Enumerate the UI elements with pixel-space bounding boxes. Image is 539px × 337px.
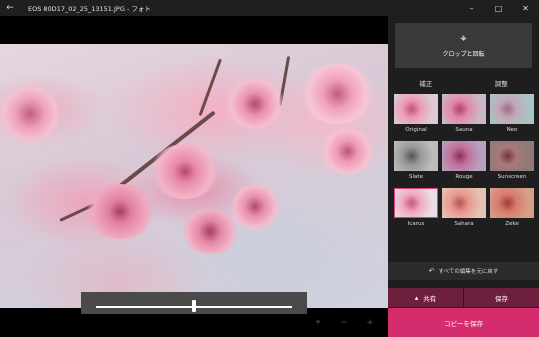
save-copy-button[interactable]: コピーを保存 xyxy=(388,308,539,337)
intensity-slider[interactable] xyxy=(81,292,307,314)
window-controls: – □ ✕ xyxy=(458,0,539,16)
filter-sunscreen[interactable]: Sunscreen xyxy=(490,141,534,185)
undo-all-button[interactable]: ↶ すべての編集を元に戻す xyxy=(388,262,539,280)
filter-original[interactable]: Original xyxy=(394,94,438,138)
tab-enhance[interactable]: 補正 xyxy=(388,76,464,92)
edit-tabs: 補正 調整 xyxy=(388,76,539,92)
blossom xyxy=(180,209,240,254)
tab-adjust[interactable]: 調整 xyxy=(464,76,539,92)
branch xyxy=(198,58,222,117)
filter-label: Rouge xyxy=(455,174,473,180)
filter-zeke[interactable]: Zeke xyxy=(490,188,534,232)
filter-thumbnail xyxy=(394,141,438,171)
filter-thumbnail xyxy=(490,188,534,218)
close-icon[interactable]: ✕ xyxy=(512,0,539,16)
blossom xyxy=(225,79,285,129)
back-arrow-icon[interactable]: ← xyxy=(0,0,20,16)
share-icon: ▴ xyxy=(414,293,419,302)
filter-thumbnail xyxy=(490,141,534,171)
undo-all-label: すべての編集を元に戻す xyxy=(438,269,499,275)
window-title: EOS 80D17_02_25_13151.JPG - フォト xyxy=(28,5,151,13)
save-copy-label: コピーを保存 xyxy=(444,319,483,328)
save-button[interactable]: 保存 xyxy=(463,288,539,307)
share-button[interactable]: ▴ 共有 xyxy=(388,288,463,307)
filter-label: Sunscreen xyxy=(497,174,527,180)
action-row: ▴ 共有 保存 xyxy=(388,288,539,307)
filter-rouge[interactable]: Rouge xyxy=(442,141,486,185)
minimize-icon[interactable]: – xyxy=(458,0,485,16)
filter-thumbnail xyxy=(394,94,438,124)
filter-sahara[interactable]: Sahara xyxy=(442,188,486,232)
crop-rotate-button[interactable]: ⌖ クロップと回転 xyxy=(395,23,532,68)
blossom xyxy=(300,64,375,124)
slider-thumb[interactable] xyxy=(192,300,196,312)
filter-label: Icarus xyxy=(407,221,425,227)
filter-sauna[interactable]: Sauna xyxy=(442,94,486,138)
blossom xyxy=(230,184,280,229)
filter-thumbnail xyxy=(394,188,438,218)
filter-neo[interactable]: Neo xyxy=(490,94,534,138)
filter-label: Zeke xyxy=(505,221,519,227)
blossom xyxy=(0,84,60,144)
filter-icarus[interactable]: Icarus xyxy=(394,188,438,232)
filter-label: Sahara xyxy=(454,221,474,227)
zoom-in-icon[interactable]: + xyxy=(364,318,376,328)
filter-thumbnail xyxy=(490,94,534,124)
filter-thumbnail xyxy=(442,141,486,171)
maximize-icon[interactable]: □ xyxy=(485,0,512,16)
blossom xyxy=(320,129,375,174)
image-toolbar: ⌖ − + xyxy=(312,318,376,328)
filter-grid: Original Sauna Neo Slate Rouge Sunscreen… xyxy=(394,94,534,232)
blossom xyxy=(150,144,220,199)
filter-label: Original xyxy=(405,127,427,133)
edit-panel: ⌖ クロップと回転 補正 調整 Original Sauna Neo Slate… xyxy=(388,16,539,337)
filter-slate[interactable]: Slate xyxy=(394,141,438,185)
crop-frame-icon[interactable]: ⌖ xyxy=(312,318,324,328)
filter-label: Sauna xyxy=(455,127,473,133)
filter-thumbnail xyxy=(442,188,486,218)
filter-label: Neo xyxy=(506,127,518,133)
undo-icon: ↶ xyxy=(428,267,435,275)
filter-label: Slate xyxy=(409,174,423,180)
share-label: 共有 xyxy=(423,294,437,303)
zoom-out-icon[interactable]: − xyxy=(338,318,350,328)
title-bar: ← EOS 80D17_02_25_13151.JPG - フォト – □ ✕ xyxy=(0,0,539,16)
crop-rotate-label: クロップと回転 xyxy=(442,51,485,58)
photo-preview xyxy=(0,44,388,308)
save-label: 保存 xyxy=(495,294,508,303)
crop-icon: ⌖ xyxy=(460,32,467,45)
blossom xyxy=(85,184,155,239)
image-canvas: ⌖ − + xyxy=(0,16,388,337)
filter-thumbnail xyxy=(442,94,486,124)
